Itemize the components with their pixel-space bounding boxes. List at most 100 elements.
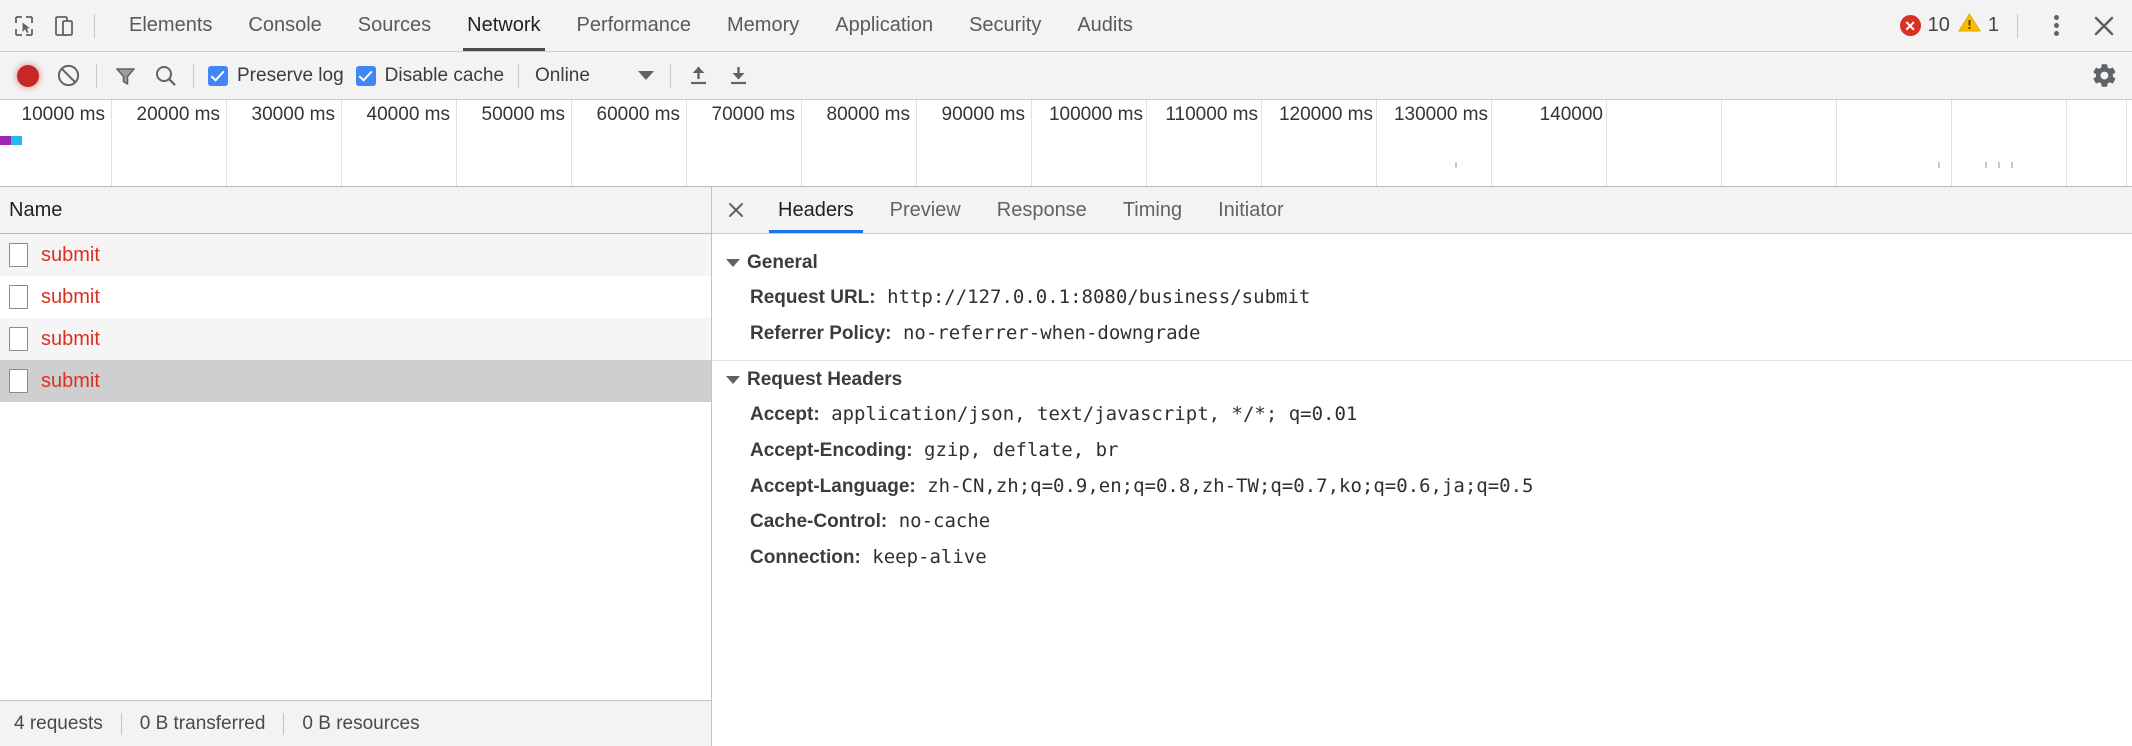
timeline-gridline	[226, 100, 227, 186]
error-counter[interactable]: ✕ 10	[1899, 14, 1950, 37]
close-details-icon[interactable]	[712, 187, 760, 233]
column-header-name: Name	[9, 198, 63, 221]
header-value: keep-alive	[872, 545, 987, 568]
panel-tab-sources[interactable]: Sources	[340, 0, 449, 51]
panel-tab-list: Elements Console Sources Network Perform…	[111, 0, 1151, 51]
request-rows: submit submit submit submit	[0, 234, 711, 700]
panel-tab-audits[interactable]: Audits	[1059, 0, 1151, 51]
transferred-label: 0 B transferred	[139, 712, 266, 734]
section-title: General	[747, 252, 818, 273]
panel-tab-label: Audits	[1077, 14, 1133, 36]
panel-tab-label: Network	[467, 14, 541, 36]
header-value: no-referrer-when-downgrade	[902, 321, 1201, 344]
warning-counter[interactable]: 1	[1957, 12, 1999, 39]
dom-content-loaded-marker	[0, 136, 11, 145]
toolbar-divider	[669, 63, 671, 88]
timeline-tick-label: 130000 ms	[1393, 104, 1488, 125]
warning-icon	[1957, 12, 1981, 39]
resources-label: 0 B resources	[302, 712, 420, 734]
timeline-tick-label: 80000 ms	[826, 104, 910, 125]
tab-initiator[interactable]: Initiator	[1200, 187, 1302, 233]
timeline-gridline	[111, 100, 112, 186]
warning-count-label: 1	[1987, 14, 1999, 36]
details-tab-label: Preview	[889, 198, 961, 221]
panel-tab-console[interactable]: Console	[230, 0, 339, 51]
timeline-gridline	[686, 100, 687, 186]
device-toolbar-icon[interactable]	[44, 6, 84, 46]
record-button[interactable]	[8, 56, 48, 96]
panel-tab-label: Console	[248, 14, 322, 36]
gear-icon[interactable]	[2084, 56, 2124, 96]
table-row[interactable]: submit	[0, 234, 711, 276]
timeline-minor-tick	[1455, 162, 1457, 168]
triangle-down-icon	[726, 376, 740, 385]
toolbar-divider	[518, 63, 520, 88]
network-status-bar: 4 requests 0 B transferred 0 B resources	[0, 700, 711, 746]
panel-tab-label: Performance	[576, 14, 692, 36]
panel-tab-performance[interactable]: Performance	[559, 0, 710, 51]
section-header-general[interactable]: General	[712, 246, 2132, 280]
details-tab-label: Initiator	[1218, 198, 1284, 221]
header-key: Request URL:	[750, 287, 876, 308]
table-row[interactable]: submit	[0, 276, 711, 318]
chevron-down-icon	[637, 71, 654, 80]
timeline-tick-label: 40000 ms	[366, 104, 450, 125]
header-value: zh-CN,zh;q=0.9,en;q=0.8,zh-TW;q=0.7,ko;q…	[927, 474, 1534, 497]
timeline-gridline	[801, 100, 802, 186]
error-count-label: 10	[1927, 14, 1950, 36]
checkbox-checked-icon	[355, 65, 376, 86]
panel-tab-application[interactable]: Application	[817, 0, 951, 51]
header-key: Cache-Control:	[750, 511, 888, 533]
timeline-tick-label: 60000 ms	[596, 104, 680, 125]
search-icon[interactable]	[145, 56, 185, 96]
issue-counters: ✕ 10 1	[1899, 6, 2128, 46]
status-divider	[283, 712, 285, 735]
network-overview-timeline[interactable]: 10000 ms 20000 ms 30000 ms 40000 ms 5000…	[0, 100, 2132, 187]
preserve-log-checkbox[interactable]: Preserve log	[208, 65, 344, 87]
panel-tab-security[interactable]: Security	[951, 0, 1059, 51]
tab-preview[interactable]: Preview	[872, 187, 979, 233]
network-body: Name submit submit submit submit 4 reque…	[0, 187, 2132, 746]
clear-icon[interactable]	[48, 56, 88, 96]
request-name: submit	[41, 369, 100, 392]
table-row[interactable]: submit	[0, 360, 711, 402]
filter-funnel-icon[interactable]	[105, 56, 145, 96]
request-list-header[interactable]: Name	[0, 187, 711, 234]
timeline-tick-label: 110000 ms	[1165, 104, 1258, 125]
tab-headers[interactable]: Headers	[760, 187, 872, 233]
section-title: Request Headers	[747, 369, 903, 391]
timeline-tick-label: 120000 ms	[1278, 104, 1373, 125]
header-value: http://127.0.0.1:8080/business/submit	[887, 286, 1311, 308]
tab-response[interactable]: Response	[979, 187, 1105, 233]
preserve-log-label: Preserve log	[237, 64, 344, 86]
throttling-value: Online	[535, 64, 590, 86]
timeline-minor-tick	[1998, 162, 2000, 168]
panel-tab-label: Application	[835, 14, 934, 36]
main-toolbar: Elements Console Sources Network Perform…	[0, 0, 2132, 52]
cursor-inspect-icon[interactable]	[4, 6, 44, 46]
table-row[interactable]: submit	[0, 318, 711, 360]
request-name: submit	[41, 327, 100, 350]
section-header-request-headers[interactable]: Request Headers	[712, 363, 2132, 397]
document-icon	[9, 327, 28, 351]
export-har-icon[interactable]	[719, 56, 759, 96]
timeline-gridline	[2066, 100, 2067, 186]
throttling-dropdown[interactable]: Online	[527, 65, 662, 87]
tab-timing[interactable]: Timing	[1105, 187, 1200, 233]
disable-cache-checkbox[interactable]: Disable cache	[355, 65, 504, 87]
kebab-menu-icon[interactable]	[2036, 6, 2076, 46]
panel-tab-elements[interactable]: Elements	[111, 0, 230, 51]
import-har-icon[interactable]	[679, 56, 719, 96]
timeline-gridline	[571, 100, 572, 186]
header-key: Accept-Encoding:	[750, 439, 913, 461]
panel-tab-network[interactable]: Network	[449, 0, 558, 51]
close-icon[interactable]	[2084, 6, 2124, 46]
request-name: submit	[41, 285, 100, 308]
timeline-gridline	[916, 100, 917, 186]
timeline-gridline	[2126, 100, 2127, 186]
document-icon	[9, 369, 28, 393]
timeline-gridline	[1606, 100, 1607, 186]
timeline-tick-label: 50000 ms	[481, 104, 565, 125]
panel-tab-memory[interactable]: Memory	[709, 0, 817, 51]
document-icon	[9, 243, 28, 267]
